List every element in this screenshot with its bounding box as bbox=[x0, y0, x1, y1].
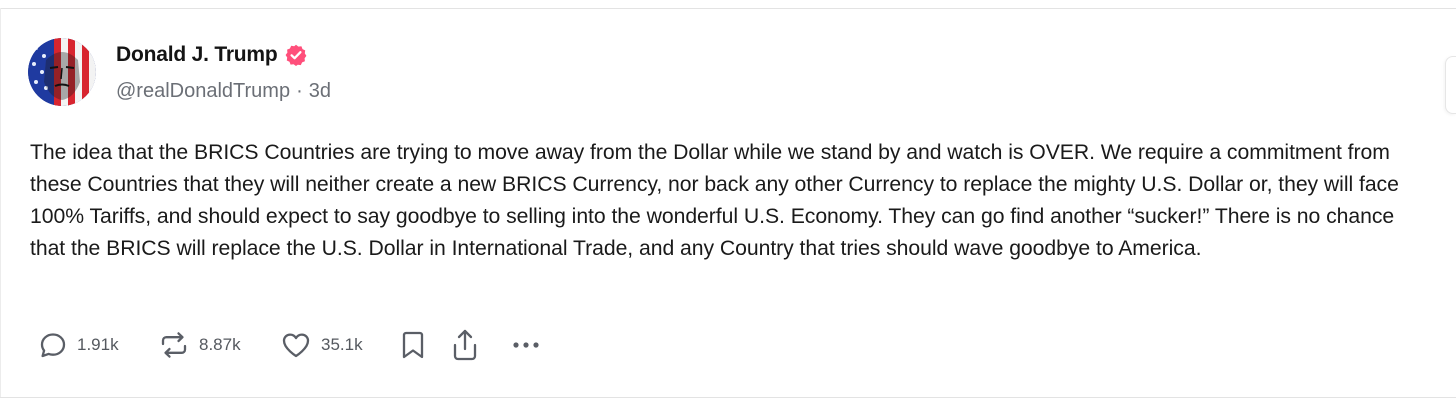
author-meta: Donald J. Trump @realDonaldTrump · 3d bbox=[116, 42, 331, 103]
reply-count: 1.91k bbox=[77, 335, 119, 354]
feed-frame: Donald J. Trump @realDonaldTrump · 3d Th… bbox=[0, 0, 1456, 412]
avatar-image bbox=[28, 38, 96, 106]
reply-button[interactable]: 1.91k bbox=[38, 330, 158, 360]
bottom-divider bbox=[0, 397, 1456, 398]
meta-separator: · bbox=[296, 80, 303, 102]
post-header: Donald J. Trump @realDonaldTrump · 3d bbox=[28, 38, 331, 106]
post-timestamp[interactable]: 3d bbox=[309, 80, 331, 103]
repost-button[interactable]: 8.87k bbox=[158, 330, 280, 360]
more-options-button[interactable] bbox=[510, 339, 550, 351]
left-edge-divider bbox=[0, 8, 1, 398]
more-icon bbox=[510, 339, 542, 351]
post-action-bar: 1.91k 8.87k 35.1k bbox=[38, 327, 550, 363]
share-button[interactable] bbox=[450, 328, 510, 362]
top-divider bbox=[0, 8, 1456, 9]
author-display-name[interactable]: Donald J. Trump bbox=[116, 43, 278, 67]
like-button[interactable]: 35.1k bbox=[280, 330, 398, 360]
post-body-text: The idea that the BRICS Countries are tr… bbox=[30, 141, 1399, 260]
author-handle[interactable]: @realDonaldTrump bbox=[116, 80, 290, 103]
handle-row: @realDonaldTrump · 3d bbox=[116, 80, 331, 103]
bookmark-icon bbox=[398, 329, 428, 361]
heart-icon bbox=[280, 330, 312, 360]
like-count: 35.1k bbox=[321, 335, 363, 354]
repost-count: 8.87k bbox=[199, 335, 241, 354]
reply-icon bbox=[38, 330, 68, 360]
side-panel-edge bbox=[1445, 56, 1456, 114]
bookmark-button[interactable] bbox=[398, 329, 450, 361]
avatar[interactable] bbox=[28, 38, 96, 106]
verified-badge-icon bbox=[285, 44, 307, 66]
name-row: Donald J. Trump bbox=[116, 42, 331, 68]
repost-icon bbox=[158, 330, 190, 360]
share-icon bbox=[450, 328, 480, 362]
